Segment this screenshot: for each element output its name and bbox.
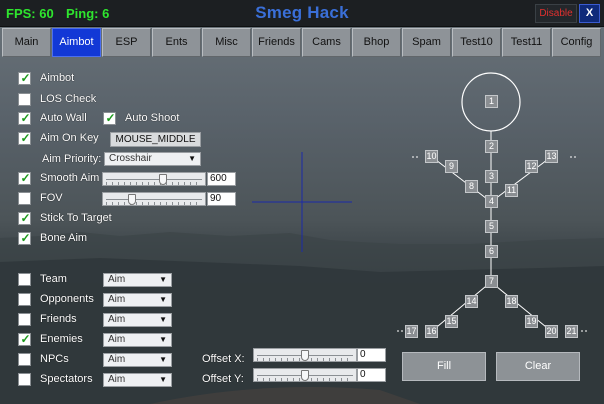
bone-node-2[interactable]: 2 bbox=[485, 140, 498, 153]
bone-node-8[interactable]: 8 bbox=[465, 180, 478, 193]
clear-button[interactable]: Clear bbox=[496, 352, 580, 381]
fill-button[interactable]: Fill bbox=[402, 352, 486, 381]
bone-node-4[interactable]: 4 bbox=[485, 195, 498, 208]
bone-node-5[interactable]: 5 bbox=[485, 220, 498, 233]
bone-node-19[interactable]: 19 bbox=[525, 315, 538, 328]
bone-node-13[interactable]: 13 bbox=[545, 150, 558, 163]
bone-node-9[interactable]: 9 bbox=[445, 160, 458, 173]
bone-node-15[interactable]: 15 bbox=[445, 315, 458, 328]
bone-node-1[interactable]: 1 bbox=[485, 95, 498, 108]
bone-node-6[interactable]: 6 bbox=[485, 245, 498, 258]
bone-node-20[interactable]: 20 bbox=[545, 325, 558, 338]
bone-node-16[interactable]: 16 bbox=[425, 325, 438, 338]
bone-node-18[interactable]: 18 bbox=[505, 295, 518, 308]
bone-node-21[interactable]: 21 bbox=[565, 325, 578, 338]
cheat-menu-window: FPS: 60 Ping: 6 Smeg Hack Disable X Main… bbox=[0, 0, 604, 404]
bone-node-10[interactable]: 10 bbox=[425, 150, 438, 163]
bone-node-11[interactable]: 11 bbox=[505, 184, 518, 197]
bone-node-12[interactable]: 12 bbox=[525, 160, 538, 173]
bone-node-17[interactable]: 17 bbox=[405, 325, 418, 338]
bone-node-3[interactable]: 3 bbox=[485, 170, 498, 183]
bone-node-7[interactable]: 7 bbox=[485, 275, 498, 288]
bone-node-14[interactable]: 14 bbox=[465, 295, 478, 308]
bone-skeleton bbox=[397, 72, 588, 332]
